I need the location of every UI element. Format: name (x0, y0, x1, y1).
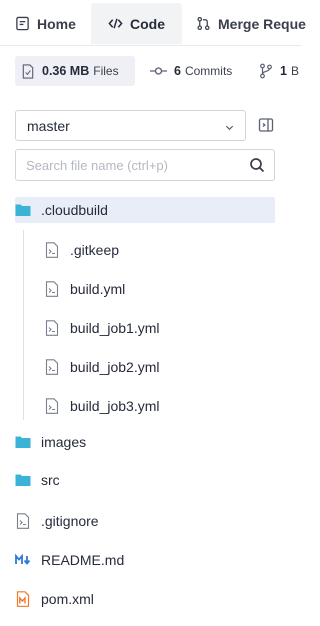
repo-stats: 0.36 MB Files 6 Commits 1 B (0, 56, 301, 86)
file-search (15, 149, 275, 181)
tree-item-file[interactable]: build_job2.yml (44, 354, 275, 380)
folder-icon (15, 202, 31, 218)
commit-icon (150, 66, 167, 76)
branch-select[interactable]: master (15, 110, 246, 141)
folder-icon (15, 434, 31, 450)
tree-item-folder[interactable]: src (15, 467, 275, 493)
tab-code[interactable]: Code (91, 3, 182, 44)
commits-stat[interactable]: 6 Commits (150, 56, 232, 86)
chevron-down-icon (224, 120, 235, 136)
tree-item-label: build_job2.yml (70, 359, 160, 375)
files-label: Files (93, 64, 119, 78)
branch-selected: master (27, 117, 70, 134)
file-icon (44, 242, 60, 258)
tree-item-label: images (41, 434, 87, 450)
tree-item-file[interactable]: build_job1.yml (44, 315, 275, 341)
file-icon (44, 398, 60, 414)
commits-label: Commits (184, 64, 233, 78)
repo-tabs: Home Code Merge Reque (0, 0, 306, 46)
tree-item-label: build_job3.yml (70, 398, 160, 414)
tree-item-label: .cloudbuild (41, 202, 108, 218)
tab-label: Merge Reque (218, 15, 306, 32)
commits-count: 6 (174, 64, 181, 78)
tab-label: Home (37, 15, 76, 32)
tree-item-file[interactable]: .gitignore (15, 508, 275, 534)
tree-item-label: src (41, 472, 60, 488)
file-icon (15, 513, 31, 529)
tree-item-label: build.yml (70, 281, 126, 297)
tree-item-label: pom.xml (41, 591, 94, 607)
file-code-icon (14, 16, 30, 32)
collapse-panel-icon[interactable] (258, 117, 274, 133)
code-brackets-icon (107, 16, 123, 32)
file-icon (21, 63, 35, 79)
markdown-icon (15, 552, 31, 568)
file-icon (44, 359, 60, 375)
files-stat[interactable]: 0.36 MB Files (15, 56, 135, 86)
folder-icon (15, 472, 31, 488)
files-size: 0.36 MB (42, 64, 90, 78)
file-icon (44, 320, 60, 336)
branches-label: B (290, 64, 299, 78)
tree-item-file[interactable]: build_job3.yml (44, 393, 275, 419)
tree-item-file[interactable]: pom.xml (15, 586, 275, 612)
branch-icon (259, 63, 273, 79)
tree-item-label: build_job1.yml (70, 320, 160, 336)
file-icon (44, 281, 60, 297)
tree-item-label: .gitkeep (70, 242, 120, 258)
tree-item-folder[interactable]: .cloudbuild (15, 197, 275, 223)
tab-label: Code (130, 15, 165, 32)
tree-item-file[interactable]: README.md (15, 547, 275, 573)
tree-item-label: README.md (41, 552, 125, 568)
search-icon[interactable] (249, 157, 265, 178)
tree-item-label: .gitignore (41, 513, 99, 529)
tree-item-folder[interactable]: images (15, 429, 275, 455)
branches-stat[interactable]: 1 B (259, 56, 299, 86)
tree-item-file[interactable]: build.yml (44, 276, 275, 302)
merge-request-icon (195, 16, 211, 32)
branches-count: 1 (280, 64, 287, 78)
tree-indent-guide (23, 230, 24, 420)
tab-merge-requests[interactable]: Merge Reque (195, 3, 306, 44)
maven-file-icon (15, 591, 31, 607)
tab-home[interactable]: Home (14, 3, 76, 44)
search-input[interactable] (26, 150, 246, 180)
tree-item-file[interactable]: .gitkeep (44, 237, 275, 263)
